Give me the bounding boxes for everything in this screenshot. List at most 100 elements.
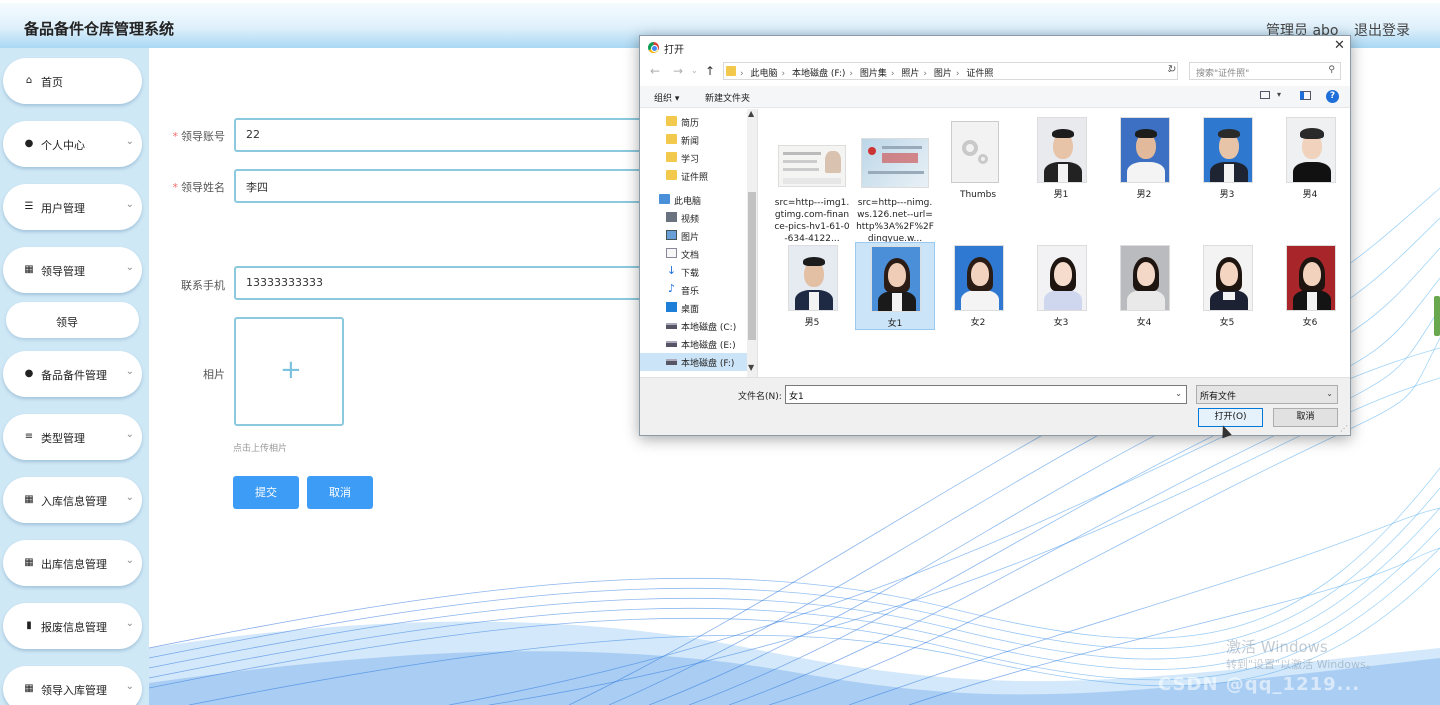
portrait-thumbnail <box>1037 245 1087 311</box>
file-tile[interactable]: src=http---nimg.ws.126.net--url=http%3A%… <box>856 117 934 244</box>
file-tile[interactable]: Thumbs <box>939 117 1017 235</box>
help-icon[interactable]: ? <box>1326 90 1339 103</box>
file-tile[interactable]: 男4 <box>1271 117 1349 200</box>
chevron-down-icon: ⌄ <box>125 429 134 440</box>
phone-field[interactable]: 13333333333 <box>234 266 654 300</box>
breadcrumb[interactable]: 图片集 <box>860 69 887 79</box>
breadcrumb[interactable]: 图片 <box>934 69 952 79</box>
file-tile[interactable]: 男3 <box>1188 117 1266 200</box>
grid-icon: ▦ <box>24 557 34 568</box>
portrait-thumbnail <box>1203 117 1253 183</box>
chevron-down-icon[interactable]: ⌄ <box>1175 389 1182 398</box>
filename-input[interactable]: 女1 ⌄ <box>785 385 1187 404</box>
sidebar-item-leaders[interactable]: ▦ 领导管理 ⌄ <box>3 247 142 293</box>
logout-link[interactable]: 退出登录 <box>1354 20 1410 40</box>
back-arrow-icon[interactable]: ← <box>650 64 660 78</box>
search-input[interactable]: 搜索"证件照" ⚲ <box>1189 62 1341 80</box>
sidebar-item-types[interactable]: ≡ 类型管理 ⌄ <box>3 414 142 460</box>
cancel-button[interactable]: 取消 <box>307 476 373 509</box>
refresh-icon[interactable]: ↻ <box>1168 64 1176 75</box>
chevron-down-icon: ⌄ <box>125 681 134 692</box>
breadcrumb[interactable]: 照片 <box>901 69 919 79</box>
portrait-thumbnail <box>1203 245 1253 311</box>
sidebar-item-inbound[interactable]: ▦ 入库信息管理 ⌄ <box>3 477 142 523</box>
close-icon[interactable]: ✕ <box>1334 38 1345 53</box>
portrait-thumbnail <box>1120 117 1170 183</box>
file-tile[interactable]: 男1 <box>1022 117 1100 200</box>
tree-scrollbar[interactable]: ▲ ▼ <box>747 109 757 377</box>
file-tile-selected[interactable]: 女1 <box>855 242 935 330</box>
chevron-down-icon: ⌄ <box>125 492 134 503</box>
forward-arrow-icon[interactable]: → <box>673 64 683 78</box>
chevron-down-icon[interactable]: ⌄ <box>691 66 698 75</box>
document-thumbnail <box>778 145 846 187</box>
sidebar-item-spare-parts[interactable]: ● 备品备件管理 ⌄ <box>3 351 142 397</box>
computer-icon <box>659 194 670 204</box>
up-arrow-icon[interactable]: ↑ <box>705 64 715 78</box>
address-row: ← → ⌄ ↑ › 此电脑 › 本地磁盘 (F:) › 图片集 › 照片 › 图片 › 证… <box>640 60 1350 84</box>
file-grid: src=http---img1.gtimg.com-finance-pics-h… <box>759 109 1350 377</box>
chevron-up-icon[interactable]: ▲ <box>748 109 754 118</box>
breadcrumb[interactable]: 本地磁盘 (F:) <box>792 69 845 79</box>
sidebar-item-label: 备品备件管理 <box>41 369 107 382</box>
dialog-cancel-button[interactable]: 取消 <box>1273 408 1338 427</box>
sidebar-subitem-leader[interactable]: 领导 <box>6 302 139 338</box>
file-tile[interactable]: 女5 <box>1188 243 1266 328</box>
open-button[interactable]: 打开(O) <box>1198 408 1263 427</box>
sidebar-item-profile[interactable]: ● 个人中心 ⌄ <box>3 121 142 167</box>
activation-watermark-title: 激活 Windows <box>1226 638 1328 656</box>
sidebar-item-users[interactable]: ☰ 用户管理 ⌄ <box>3 184 142 230</box>
sidebar-item-outbound[interactable]: ▦ 出库信息管理 ⌄ <box>3 540 142 586</box>
sidebar-item-label: 入库信息管理 <box>41 495 107 508</box>
grid-icon: ▦ <box>24 683 34 694</box>
filetype-select[interactable]: 所有文件 ⌄ <box>1196 385 1338 404</box>
list-icon: ☰ <box>24 201 34 212</box>
file-tile[interactable]: 女4 <box>1105 243 1183 328</box>
sidebar-item-label: 类型管理 <box>41 432 85 445</box>
drive-icon <box>666 341 677 347</box>
folder-icon <box>726 66 736 76</box>
file-tile[interactable]: 男5 <box>773 243 851 328</box>
portrait-thumbnail <box>954 245 1004 311</box>
name-field[interactable]: 李四 <box>234 169 654 203</box>
breadcrumb[interactable]: 证件照 <box>966 69 993 79</box>
breadcrumb[interactable]: 此电脑 <box>750 69 777 79</box>
photo-upload[interactable]: + <box>234 317 344 426</box>
portrait-thumbnail <box>1286 245 1336 311</box>
chevron-down-icon[interactable]: ⌄ <box>1326 389 1333 398</box>
folder-tree: 简历 新闻 学习 证件照 此电脑 视频 图片 文档 ↓ 下载 ♪ 音乐 桌面 本地磁… <box>640 109 758 377</box>
file-tile[interactable]: src=http---img1.gtimg.com-finance-pics-h… <box>773 117 851 244</box>
tree-item-selected[interactable]: 本地磁盘 (F:) <box>640 353 747 371</box>
sidebar-item-leader-inbound[interactable]: ▦ 领导入库管理 ⌄ <box>3 666 142 705</box>
sidebar-item-home[interactable]: ⌂ 首页 <box>3 58 142 104</box>
submit-button[interactable]: 提交 <box>233 476 299 509</box>
account-field[interactable]: 22 <box>234 118 654 152</box>
file-tile[interactable]: 女2 <box>939 243 1017 328</box>
chevron-down-icon[interactable]: ▼ <box>748 363 754 372</box>
new-folder-button[interactable]: 新建文件夹 <box>705 91 750 104</box>
view-icon[interactable] <box>1260 91 1270 99</box>
resize-grip-icon[interactable]: ⋰ <box>1340 424 1348 433</box>
document-icon <box>666 248 677 258</box>
address-bar[interactable]: › 此电脑 › 本地磁盘 (F:) › 图片集 › 照片 › 图片 › 证件照 ⌄ <box>723 62 1178 80</box>
file-tile[interactable]: 女3 <box>1022 243 1100 328</box>
phone-label: 联系手机 <box>181 279 225 292</box>
dialog-titlebar: 打开 ✕ <box>640 36 1350 60</box>
scrollbar-thumb[interactable] <box>748 192 756 340</box>
id-card-thumbnail <box>861 138 929 188</box>
filename-label: 文件名(N): <box>738 392 782 402</box>
account-label: * 领导账号 <box>172 130 226 143</box>
chart-icon: ▮ <box>26 620 32 631</box>
file-tile[interactable]: 女6 <box>1271 243 1349 328</box>
sidebar-item-label: 个人中心 <box>41 139 85 152</box>
system-file-thumbnail <box>951 121 999 183</box>
file-tile[interactable]: 男2 <box>1105 117 1183 200</box>
chevron-down-icon[interactable]: ▾ <box>1277 90 1281 99</box>
user-icon: ● <box>24 368 34 379</box>
preview-pane-icon[interactable] <box>1300 91 1311 100</box>
organize-menu[interactable]: 组织 ▾ <box>654 91 679 104</box>
music-icon: ♪ <box>667 282 676 295</box>
sidebar-item-label: 报废信息管理 <box>41 621 107 634</box>
edge-handle[interactable] <box>1434 296 1440 336</box>
sidebar-item-scrap[interactable]: ▮ 报废信息管理 ⌄ <box>3 603 142 649</box>
